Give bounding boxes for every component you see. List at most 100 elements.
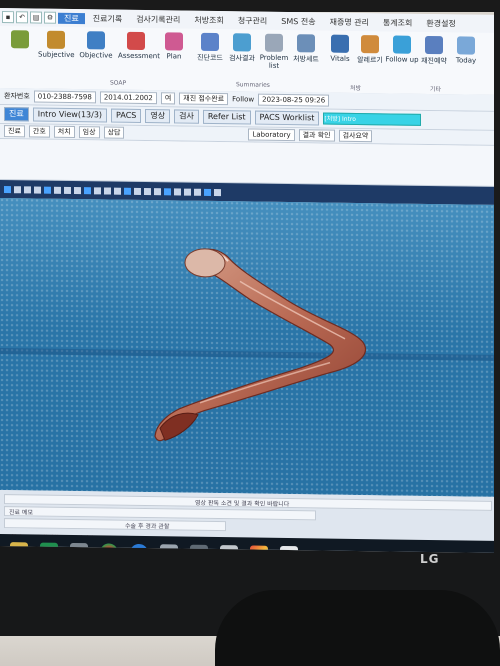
sub-button-nursing[interactable]: 간호 (28, 125, 50, 138)
ribbon-group-orders: 처방 (350, 84, 362, 93)
last-image-icon[interactable] (34, 185, 41, 194)
menu-tab-1[interactable]: 진료 (58, 12, 85, 24)
first-image-icon[interactable] (4, 185, 11, 193)
menu-tab-5[interactable]: 청구관리 (232, 15, 273, 27)
lab-result-field[interactable]: 결과 확인 (298, 129, 335, 142)
ribbon-button-follow-up[interactable]: Follow up (384, 35, 420, 64)
monitor-brand-logo: LG (420, 552, 440, 566)
next-image-icon[interactable] (24, 185, 31, 193)
tab-pacs[interactable]: PACS (111, 108, 142, 123)
menu-tab-2[interactable]: 진료기록 (87, 13, 128, 25)
sub-button-consult[interactable]: 상담 (103, 126, 125, 139)
print-image-icon[interactable] (164, 187, 171, 195)
menu-tab-7[interactable]: 재증명 관리 (324, 16, 375, 28)
patient-phone-field[interactable]: 010-2388-7598 (33, 90, 96, 104)
lab-summary-field[interactable]: 검사요약 (338, 129, 373, 143)
tab-tests[interactable]: 검사 (174, 109, 199, 124)
patient-birth-field[interactable]: 2014.01.2002 (99, 91, 157, 105)
ribbon-button-appointment[interactable]: 재진예약 (416, 35, 452, 67)
lab-field[interactable]: Laboratory (248, 128, 295, 142)
ribbon-button-results[interactable]: 검사결과 (224, 33, 260, 64)
tab-images[interactable]: 영상 (145, 109, 171, 124)
ribbon-label-subjective: Subjective (38, 50, 75, 60)
allergy-icon (361, 35, 379, 54)
grid-icon[interactable] (114, 187, 121, 195)
menu-tab-9[interactable]: 환경설정 (420, 17, 461, 29)
menu-tab-4[interactable]: 처방조회 (188, 14, 229, 26)
notes-line-3-text: 수술 후 경과 관찰 (125, 522, 170, 531)
menu-tab-6[interactable]: SMS 전송 (275, 15, 321, 27)
tab-chart[interactable]: 진료 (4, 107, 29, 122)
close-viewer-icon[interactable] (214, 188, 221, 196)
flip-icon[interactable] (74, 186, 81, 194)
ribbon-button-problem-list[interactable]: Problem list (256, 33, 292, 71)
clinical-image-viewport[interactable] (0, 198, 494, 497)
measure-icon[interactable] (84, 186, 91, 194)
active-order-label: [처방] Intro (324, 115, 356, 123)
problem-list-icon (265, 33, 283, 52)
active-order-bar: [처방] Intro (323, 112, 422, 126)
ribbon-button-diagnosis[interactable]: 진단코드 (192, 32, 228, 64)
order-set-icon (297, 34, 315, 53)
info-icon[interactable] (194, 188, 201, 196)
ribbon-button-order-set[interactable]: 처방세트 (288, 34, 324, 65)
menu-tab-8[interactable]: 통계조회 (377, 17, 418, 29)
sub-button-treatment[interactable]: 처치 (53, 125, 75, 139)
annotate-icon[interactable] (104, 186, 111, 195)
prev-image-icon[interactable] (14, 185, 21, 193)
results-icon (233, 33, 251, 52)
diagnosis-icon (201, 32, 219, 52)
ribbon-button-today[interactable]: Today (448, 36, 484, 65)
ribbon-button-home[interactable] (2, 30, 38, 51)
export-icon[interactable] (154, 187, 161, 195)
ribbon-button-plan[interactable]: Plan (156, 32, 192, 61)
compare-icon[interactable] (174, 187, 181, 196)
notes-line-1-text: 영상 판독 소견 및 결과 확인 바랍니다 (195, 499, 290, 509)
calendar-icon (425, 35, 443, 55)
ribbon-label-appointment: 재진예약 (421, 56, 447, 66)
layout-icon[interactable] (124, 187, 131, 195)
ribbon-label-follow-up: Follow up (385, 55, 419, 64)
checkin-time-field: 2023-08-25 09:26 (258, 93, 330, 107)
monitor-bezel-right (494, 0, 500, 560)
settings-icon[interactable]: ⚙ (44, 11, 56, 24)
ribbon-button-assessment[interactable]: Assessment (118, 31, 160, 60)
ribbon-button-objective[interactable]: Objective (78, 31, 114, 60)
save-icon[interactable]: ▪ (2, 11, 14, 24)
contrast-icon[interactable] (94, 186, 101, 194)
follow-label[interactable]: Follow (232, 95, 254, 103)
undo-icon[interactable]: ↶ (16, 11, 28, 24)
ribbon-label-results: 검사결과 (229, 54, 255, 63)
monitor-stand (215, 590, 500, 666)
plan-icon (165, 32, 183, 51)
ribbon-label-diagnosis: 진단코드 (197, 53, 223, 63)
ribbon-label-assessment: Assessment (118, 51, 160, 61)
subjective-icon (47, 30, 65, 49)
sub-button-chart[interactable]: 진료 (4, 125, 25, 138)
notes-line-3[interactable]: 수술 후 경과 관찰 (4, 518, 226, 532)
patient-id-label: 환자번호 (4, 92, 30, 101)
zoom-icon[interactable] (44, 186, 51, 194)
ribbon-button-allergy[interactable]: 알레르기 (352, 35, 388, 66)
ribbon-label-objective: Objective (79, 51, 113, 60)
notes-strip (0, 139, 494, 187)
tab-intro-view[interactable]: Intro View(13/3) (32, 107, 108, 123)
monitor-screen: ▪ ↶ ▤ ⚙ 진료 진료기록 검사기록관리 처방조회 청구관리 SMS 전송 … (0, 8, 494, 553)
rotate-icon[interactable] (64, 186, 71, 194)
sub-button-clinical[interactable]: 임상 (78, 126, 100, 139)
fit-icon[interactable] (134, 187, 141, 195)
print-icon[interactable]: ▤ (30, 11, 42, 24)
patient-sex-field[interactable]: 여 (160, 92, 176, 105)
fullscreen-icon[interactable] (204, 188, 211, 196)
reset-icon[interactable] (144, 187, 151, 195)
today-icon (457, 36, 475, 55)
ribbon-label-plan: Plan (166, 52, 182, 61)
tab-refer-list[interactable]: Refer List (202, 109, 251, 125)
pan-icon[interactable] (54, 186, 61, 194)
menu-tab-3[interactable]: 검사기록관리 (130, 13, 186, 25)
ribbon-button-subjective[interactable]: Subjective (38, 30, 75, 60)
ribbon-label-today: Today (455, 56, 477, 65)
series-icon[interactable] (184, 188, 191, 196)
patient-status-field: 재진 접수완료 (179, 92, 229, 106)
tab-pacs-worklist[interactable]: PACS Worklist (254, 110, 320, 126)
